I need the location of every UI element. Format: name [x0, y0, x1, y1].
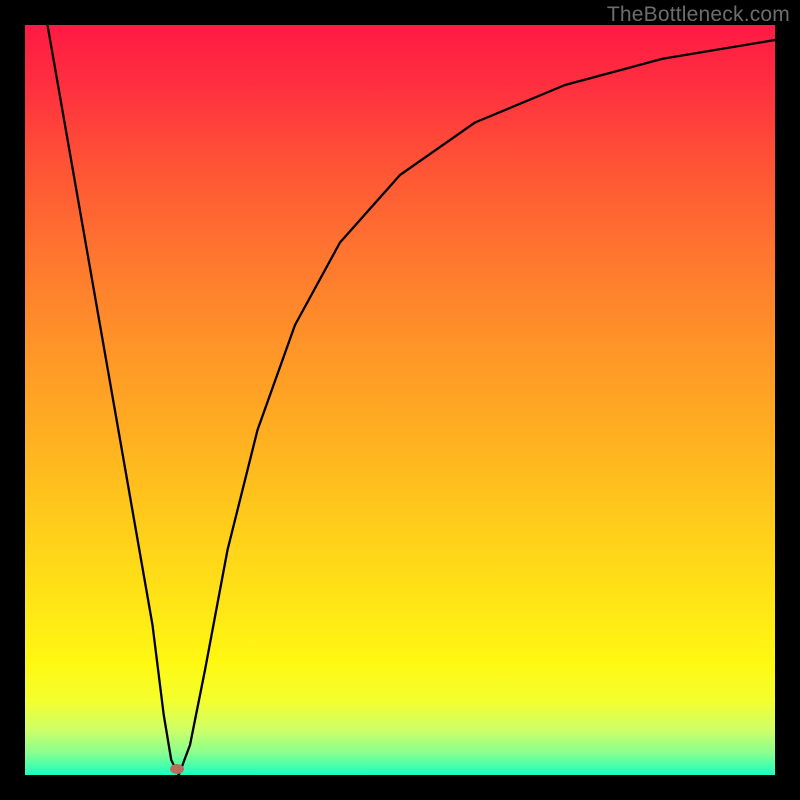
watermark-label: TheBottleneck.com	[607, 3, 790, 27]
plot-area	[25, 25, 775, 775]
optimal-point-marker	[170, 764, 184, 774]
chart-frame: TheBottleneck.com	[0, 0, 800, 800]
bottleneck-curve	[25, 25, 775, 775]
